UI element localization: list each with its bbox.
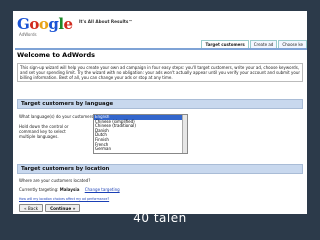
logo-letter: g [48,15,59,33]
language-option[interactable]: German [94,147,187,152]
intro-text: This sign-up wizard will help you create… [17,63,303,82]
slide-caption: 40 talen [133,211,187,225]
language-listbox[interactable]: English Chinese (simplified) Chinese (tr… [93,114,188,154]
listbox-scrollbar[interactable] [182,115,187,153]
change-targeting-link[interactable]: Change targeting [85,187,120,192]
logo-wordmark: Google [17,17,77,32]
tab-create-ad[interactable]: Create ad [249,40,278,48]
logo-letter: e [63,15,74,33]
logo-letter: o [38,15,49,33]
current-targeting-label: Currently targeting: [19,187,59,192]
location-help-link[interactable]: How will my location choices affect my a… [19,197,109,201]
screenshot-frame: Google AdWords It's All About Results™ T… [13,11,307,214]
current-targeting-value: Malaysia [59,187,80,192]
header-divider [15,48,307,50]
language-section-header: Target customers by language [17,99,303,109]
google-adwords-logo[interactable]: Google AdWords [17,17,77,43]
tab-target-customers[interactable]: Target customers [201,40,249,48]
location-section-header: Target customers by location [17,164,303,174]
logo-letter: G [17,15,30,33]
logo-letter: o [29,15,39,33]
wizard-tabs: Target customers Create ad Choose ke [201,40,307,48]
tagline: It's All About Results™ [79,19,133,24]
language-hint: Hold down the control or command key to … [19,124,69,139]
current-targeting: Currently targeting: Malaysia Change tar… [19,187,120,192]
tab-choose-keywords[interactable]: Choose ke [278,40,307,48]
page-title: Welcome to AdWords [17,51,95,59]
location-question: Where are your customers located? [19,178,91,183]
